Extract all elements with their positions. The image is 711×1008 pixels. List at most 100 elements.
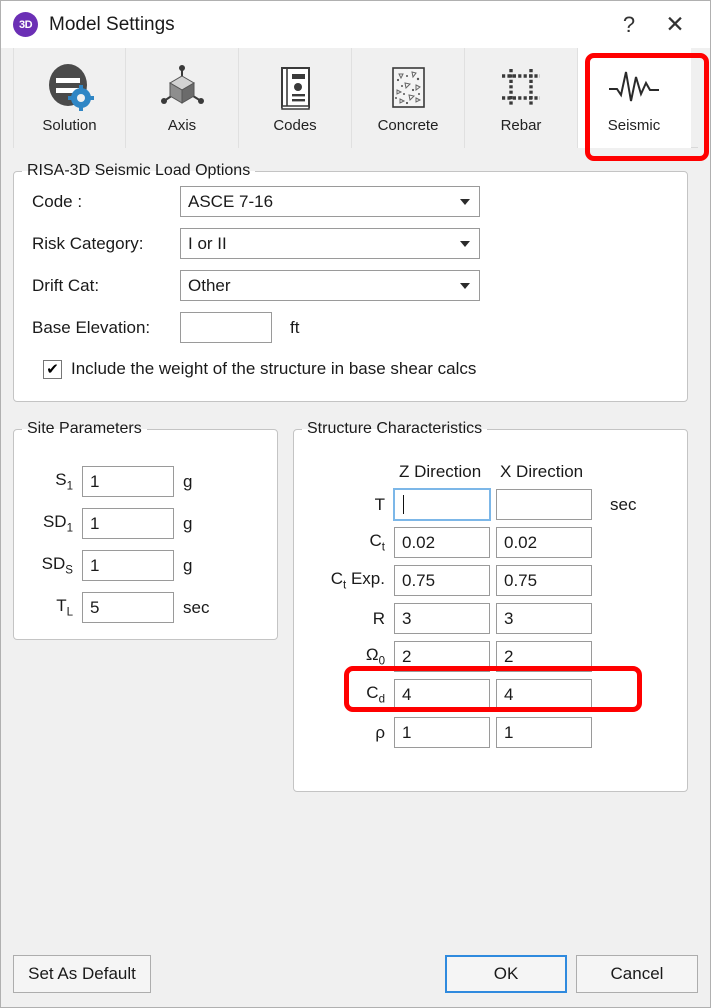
include-weight-label: Include the weight of the structure in b…	[71, 359, 476, 379]
struct-row-rho: ρ 1 1	[294, 717, 687, 748]
ct-x-input[interactable]: 0.02	[496, 527, 592, 558]
sd1-input[interactable]: 1	[82, 508, 174, 539]
risk-category-row: Risk Category: I or II	[32, 228, 687, 259]
include-weight-row: ✔ Include the weight of the structure in…	[43, 359, 687, 379]
dialog-footer: Set As Default OK Cancel	[1, 941, 710, 1007]
tab-label: Seismic	[608, 117, 661, 134]
tab-concrete[interactable]: Concrete	[352, 48, 465, 148]
drift-cat-dropdown[interactable]: Other	[180, 270, 480, 301]
ok-button[interactable]: OK	[445, 955, 567, 993]
risk-category-value: I or II	[188, 234, 227, 254]
drift-cat-label: Drift Cat:	[32, 276, 180, 296]
symbol: R	[373, 609, 385, 628]
subscript: d	[379, 694, 385, 706]
site-param-row: SD1 1 g	[14, 508, 277, 539]
title-bar: 3D Model Settings ? ✕	[1, 1, 710, 48]
base-elevation-input[interactable]	[180, 312, 272, 343]
cancel-button[interactable]: Cancel	[576, 955, 698, 993]
structure-characteristics-group: Structure Characteristics Z Direction X …	[293, 420, 688, 792]
cd-z-input[interactable]: 4	[394, 679, 490, 710]
row-label: Ct	[294, 531, 394, 553]
struct-row-omega0: Ω0 2 2	[294, 641, 687, 672]
suffix: Exp.	[346, 569, 385, 588]
site-param-row: TL 5 sec	[14, 592, 277, 623]
symbol: Ω	[366, 645, 379, 664]
tab-rebar[interactable]: Rebar	[465, 48, 578, 148]
sds-unit: g	[183, 556, 192, 576]
group-legend: RISA-3D Seismic Load Options	[22, 162, 255, 180]
drift-cat-value: Other	[188, 276, 231, 296]
ct-exp-z-input[interactable]: 0.75	[394, 565, 490, 596]
settings-tabstrip: Solution Axis	[13, 48, 698, 148]
subscript: t	[382, 542, 385, 554]
close-icon[interactable]: ✕	[652, 5, 698, 45]
tab-seismic[interactable]: Seismic	[578, 48, 691, 148]
code-row: Code : ASCE 7-16	[32, 186, 687, 217]
ct-exp-x-input[interactable]: 0.75	[496, 565, 592, 596]
ct-z-input[interactable]: 0.02	[394, 527, 490, 558]
row-label: T	[294, 495, 394, 515]
rebar-grid-icon	[495, 61, 547, 115]
r-z-input[interactable]: 3	[394, 603, 490, 634]
subscript: L	[67, 607, 73, 619]
window-title: Model Settings	[49, 14, 175, 36]
code-dropdown[interactable]: ASCE 7-16	[180, 186, 480, 217]
text-caret	[403, 495, 404, 514]
site-parameters-group: Site Parameters S1 1 g SD1 1 g	[13, 420, 278, 640]
tab-label: Rebar	[501, 117, 542, 134]
seismic-waveform-icon	[605, 61, 663, 115]
struct-row-ct: Ct 0.02 0.02	[294, 527, 687, 558]
site-param-row: S1 1 g	[14, 466, 277, 497]
symbol: C	[331, 569, 343, 588]
t-z-input[interactable]	[394, 489, 490, 520]
structure-characteristics-grid: Z Direction X Direction T sec Ct 0.02	[294, 462, 687, 748]
r-x-input[interactable]: 3	[496, 603, 592, 634]
codes-book-icon	[269, 61, 321, 115]
x-direction-header: X Direction	[500, 462, 601, 482]
code-label: Code :	[32, 192, 180, 212]
row-label: ρ	[294, 723, 394, 743]
omega0-z-input[interactable]: 2	[394, 641, 490, 672]
omega0-x-input[interactable]: 2	[496, 641, 592, 672]
rho-z-input[interactable]: 1	[394, 717, 490, 748]
axis-cube-icon	[156, 61, 208, 115]
code-value: ASCE 7-16	[188, 192, 273, 212]
tab-label: Concrete	[378, 117, 439, 134]
cd-x-input[interactable]: 4	[496, 679, 592, 710]
symbol: C	[370, 531, 382, 550]
t-unit: sec	[610, 495, 636, 515]
struct-row-cd: Cd 4 4	[294, 679, 687, 710]
tab-codes[interactable]: Codes	[239, 48, 352, 148]
tab-axis[interactable]: Axis	[126, 48, 239, 148]
t-x-input[interactable]	[496, 489, 592, 520]
site-param-label: SDS	[14, 554, 82, 576]
s1-input[interactable]: 1	[82, 466, 174, 497]
seismic-load-options-group: RISA-3D Seismic Load Options Code : ASCE…	[13, 162, 688, 402]
row-label: R	[294, 609, 394, 629]
subscript: 1	[67, 523, 73, 535]
set-as-default-button[interactable]: Set As Default	[13, 955, 151, 993]
row-label: Ω0	[294, 645, 394, 667]
tab-solution[interactable]: Solution	[13, 48, 126, 148]
help-icon[interactable]: ?	[606, 5, 652, 45]
site-param-label: S1	[14, 470, 82, 492]
tab-label: Axis	[168, 117, 196, 134]
tl-input[interactable]: 5	[82, 592, 174, 623]
base-elevation-unit: ft	[290, 318, 299, 338]
rho-x-input[interactable]: 1	[496, 717, 592, 748]
site-parameters-grid: S1 1 g SD1 1 g SDS 1 g	[14, 466, 277, 634]
symbol: S	[55, 470, 66, 489]
include-weight-checkbox[interactable]: ✔	[43, 360, 62, 379]
risk-category-dropdown[interactable]: I or II	[180, 228, 480, 259]
struct-row-ct-exp: Ct Exp. 0.75 0.75	[294, 565, 687, 596]
tl-unit: sec	[183, 598, 209, 618]
drift-cat-row: Drift Cat: Other	[32, 270, 687, 301]
symbol: ρ	[375, 723, 385, 742]
sds-input[interactable]: 1	[82, 550, 174, 581]
site-param-row: SDS 1 g	[14, 550, 277, 581]
tab-label: Codes	[273, 117, 316, 134]
chevron-down-icon	[460, 283, 470, 289]
s1-unit: g	[183, 472, 192, 492]
symbol: T	[375, 495, 385, 514]
chevron-down-icon	[460, 241, 470, 247]
